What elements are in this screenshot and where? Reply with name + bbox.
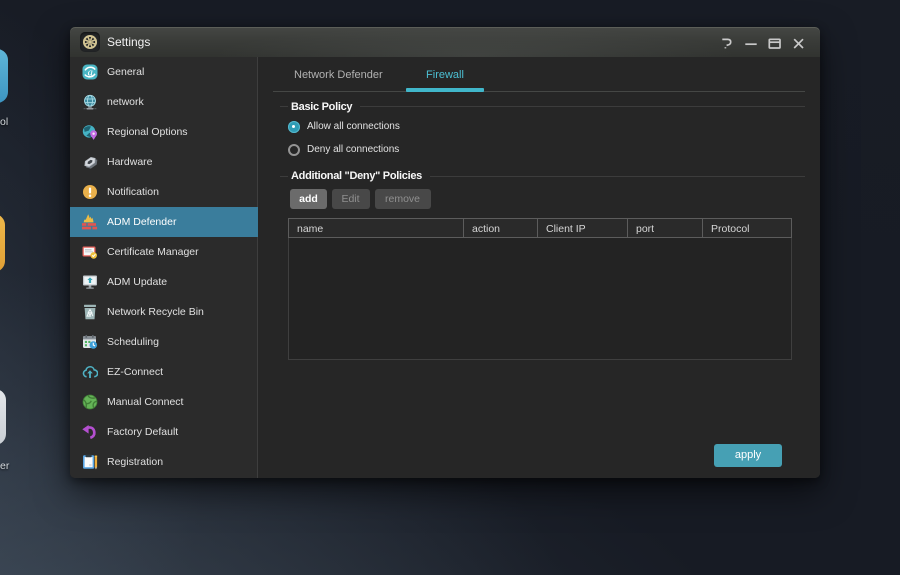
svg-text:a: a (88, 68, 93, 79)
